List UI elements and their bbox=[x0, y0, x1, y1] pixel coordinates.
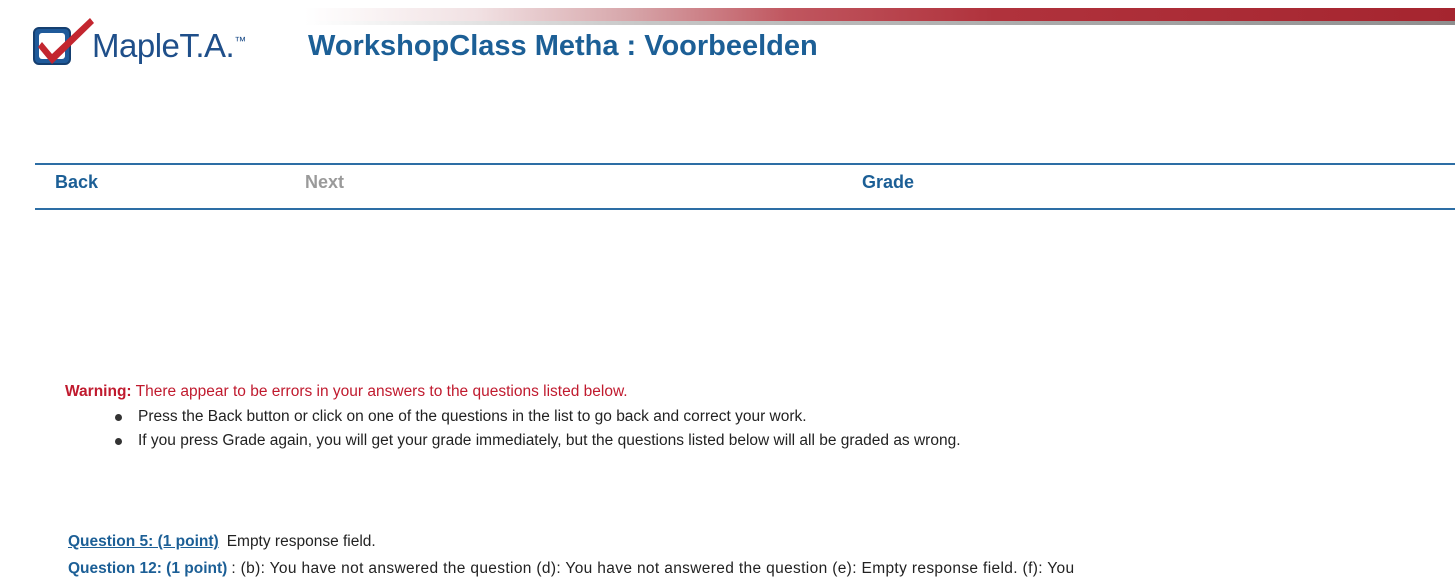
logo-wordmark: MapleT.A.™ bbox=[92, 27, 246, 64]
grade-button[interactable]: Grade bbox=[862, 172, 914, 193]
checkbox-check-icon bbox=[33, 18, 94, 65]
back-button[interactable]: Back bbox=[55, 172, 98, 193]
question-5-link[interactable]: Question 5: (1 point) bbox=[68, 533, 219, 550]
instruction-item: Press the Back button or click on one of… bbox=[115, 405, 961, 429]
warning-message: Warning: There appear to be errors in yo… bbox=[65, 383, 628, 401]
question-12-link[interactable]: Question 12: (1 point) bbox=[68, 560, 227, 577]
next-button-disabled: Next bbox=[305, 172, 345, 192]
nav-divider-top bbox=[35, 163, 1455, 165]
question-error-message: Empty response field. bbox=[226, 533, 376, 550]
warning-instructions-list: Press the Back button or click on one of… bbox=[115, 405, 961, 453]
instruction-item: If you press Grade again, you will get y… bbox=[115, 429, 961, 453]
nav-divider-bottom bbox=[35, 208, 1455, 210]
question-error-row: Question 12: (1 point): (b): You have no… bbox=[68, 560, 1074, 578]
page-title: WorkshopClass Metha : Voorbeelden bbox=[308, 30, 818, 62]
question-error-row: Question 5: (1 point) Empty response fiel… bbox=[68, 533, 376, 551]
warning-label: Warning: bbox=[65, 383, 132, 400]
maple-ta-logo: MapleT.A.™ bbox=[30, 12, 246, 74]
warning-text: There appear to be errors in your answer… bbox=[131, 383, 628, 400]
question-error-message: : (b): You have not answered the questio… bbox=[231, 560, 1075, 577]
page: MapleT.A.™ WorkshopClass Metha : Voorbee… bbox=[0, 0, 1455, 586]
header-decorative-bar bbox=[305, 8, 1455, 25]
